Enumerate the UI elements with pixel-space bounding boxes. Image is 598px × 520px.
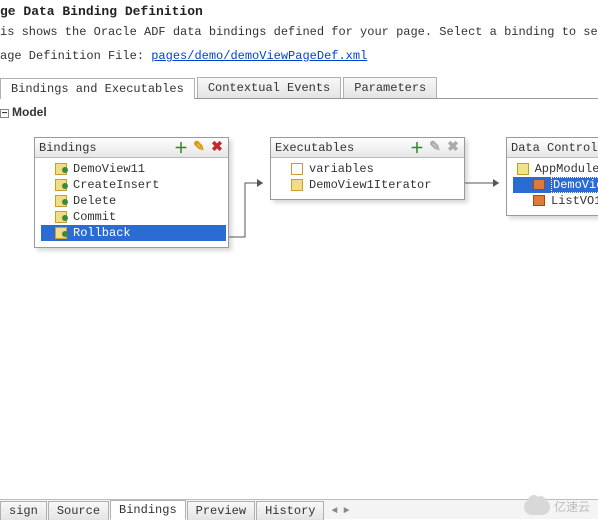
binding-label: CreateInsert [73, 178, 159, 192]
data-control-root[interactable]: AppModuleDat [513, 161, 598, 177]
model-section-toggle[interactable]: −Model [0, 105, 598, 119]
page-def-file-line: age Definition File: pages/demo/demoView… [0, 49, 598, 63]
watermark-text: 亿速云 [554, 498, 590, 515]
editor-tab-bindings[interactable]: Bindings [110, 500, 186, 520]
editor-tab-source[interactable]: Source [48, 501, 109, 520]
page-def-file-label: age Definition File: [0, 49, 151, 63]
data-control-label: DemoView1 [551, 177, 598, 193]
iterator-icon [291, 179, 305, 191]
binding-item[interactable]: Delete [41, 193, 226, 209]
binding-icon [55, 227, 69, 239]
editor-tab-design[interactable]: sign [0, 501, 47, 520]
edit-icon[interactable]: ✎ [192, 141, 206, 155]
editor-tab-preview[interactable]: Preview [187, 501, 255, 520]
binding-icon [55, 163, 69, 175]
binding-label: DemoView11 [73, 162, 145, 176]
tab-parameters[interactable]: Parameters [343, 77, 437, 98]
executable-label: DemoView1Iterator [309, 178, 431, 192]
add-icon[interactable]: ＋ [410, 141, 424, 155]
connector-bindings-to-executables [229, 177, 271, 247]
model-label: Model [12, 105, 47, 119]
binding-item[interactable]: CreateInsert [41, 177, 226, 193]
executable-item[interactable]: variables [277, 161, 462, 177]
app-module-icon [517, 163, 531, 175]
bottom-editor-tabs: sign Source Bindings Preview History ◄ ►… [0, 499, 598, 519]
collapse-icon: − [0, 109, 9, 118]
binding-label: Commit [73, 210, 116, 224]
tab-contextual-events[interactable]: Contextual Events [197, 77, 341, 98]
binding-label: Rollback [73, 226, 131, 240]
bindings-tree: DemoView11 CreateInsert Delete Commit Ro… [35, 158, 228, 247]
data-control-label: ListVO1 [551, 194, 598, 208]
delete-icon: ✖ [446, 141, 460, 155]
model-canvas: Bindings ＋ ✎ ✖ DemoView11 CreateInsert D… [0, 137, 598, 497]
binding-item[interactable]: Commit [41, 209, 226, 225]
cloud-icon [524, 499, 550, 515]
data-control-label: AppModuleDat [535, 162, 598, 176]
page-def-file-link[interactable]: pages/demo/demoViewPageDef.xml [151, 49, 367, 63]
data-control-panel: Data Control AppModuleDat DemoView1 List… [506, 137, 598, 216]
binding-label: Delete [73, 194, 116, 208]
connector-executables-to-datacontrol [465, 173, 507, 193]
binding-item[interactable]: DemoView11 [41, 161, 226, 177]
data-control-item[interactable]: DemoView1 [513, 177, 598, 193]
executable-label: variables [309, 162, 374, 176]
executable-item[interactable]: DemoView1Iterator [277, 177, 462, 193]
variables-icon [291, 163, 305, 175]
add-icon[interactable]: ＋ [174, 141, 188, 155]
watermark: 亿速云 [524, 498, 590, 515]
editor-tab-history[interactable]: History [256, 501, 324, 520]
data-control-panel-title: Data Control [511, 141, 598, 155]
top-tabs: Bindings and Executables Contextual Even… [0, 77, 598, 99]
view-object-icon [533, 195, 547, 207]
tab-scroll-icon[interactable]: ◄ ► [327, 504, 353, 519]
edit-icon: ✎ [428, 141, 442, 155]
delete-icon[interactable]: ✖ [210, 141, 224, 155]
executables-tree: variables DemoView1Iterator [271, 158, 464, 199]
bindings-panel: Bindings ＋ ✎ ✖ DemoView11 CreateInsert D… [34, 137, 229, 248]
executables-panel: Executables ＋ ✎ ✖ variables DemoView1Ite… [270, 137, 465, 200]
binding-icon [55, 179, 69, 191]
binding-item[interactable]: Rollback [41, 225, 226, 241]
bindings-panel-title: Bindings [39, 141, 174, 155]
tab-bindings-executables[interactable]: Bindings and Executables [0, 78, 195, 99]
data-control-tree: AppModuleDat DemoView1 ListVO1 [507, 158, 598, 215]
view-object-icon [533, 179, 547, 191]
executables-panel-title: Executables [275, 141, 410, 155]
page-title: ge Data Binding Definition [0, 4, 598, 19]
binding-icon [55, 195, 69, 207]
data-control-item[interactable]: ListVO1 [513, 193, 598, 209]
binding-icon [55, 211, 69, 223]
page-description: is shows the Oracle ADF data bindings de… [0, 25, 598, 39]
